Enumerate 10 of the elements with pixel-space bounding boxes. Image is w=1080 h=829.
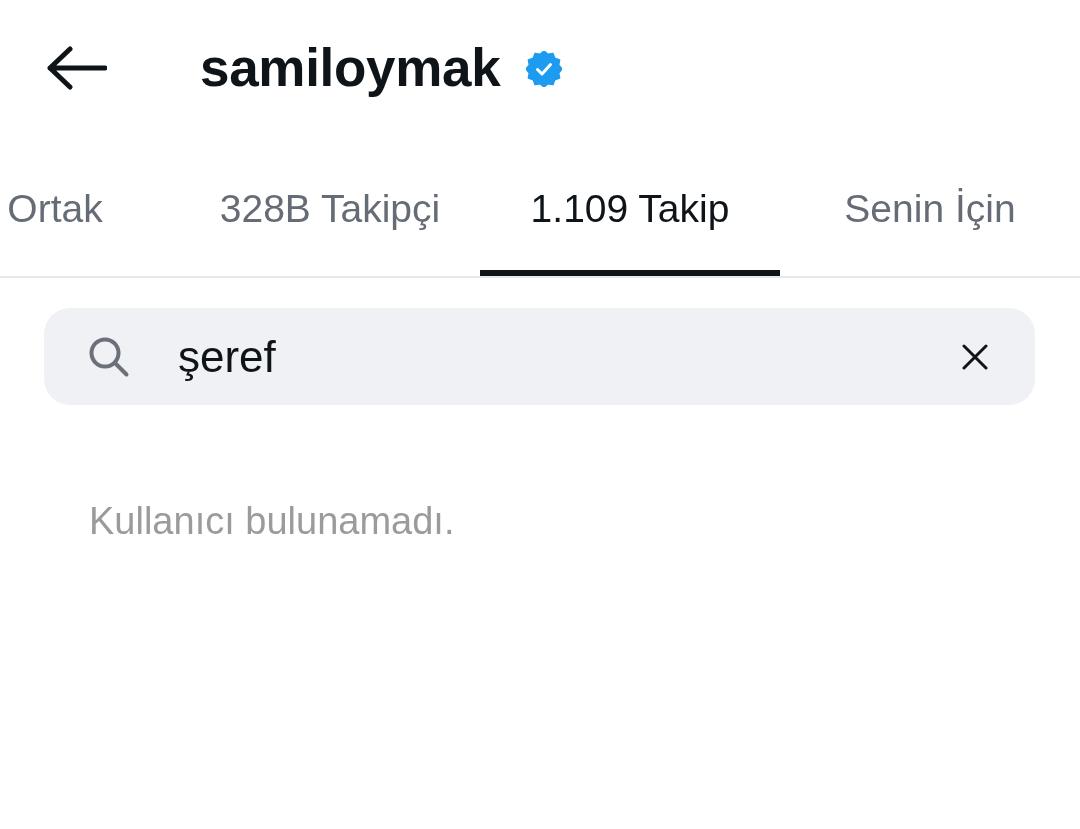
profile-username: samiloymak	[200, 37, 501, 98]
back-arrow-icon[interactable]	[47, 45, 107, 90]
empty-result-message: Kullanıcı bulunamadı.	[89, 499, 455, 543]
tab[interactable]: Ortak	[0, 135, 180, 276]
search-input[interactable]: şeref	[178, 327, 938, 386]
search-bar[interactable]: şeref	[44, 308, 1035, 405]
tab[interactable]: 328B Takipçi	[180, 135, 480, 276]
search-icon	[88, 335, 130, 378]
tab[interactable]: Senin İçin	[780, 135, 1080, 276]
close-icon[interactable]	[962, 343, 988, 370]
